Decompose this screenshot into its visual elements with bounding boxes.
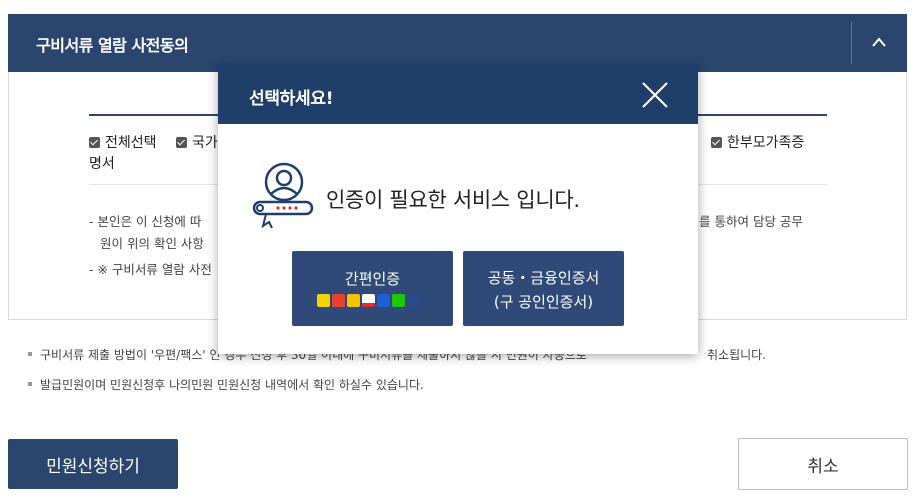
checkbox-label-wrap: 명서 xyxy=(89,156,115,172)
auth-select-modal: 선택하세요! 인증이 필요한 서비스 입니다. 간편인증 공동・금융인증서 (구… xyxy=(218,64,698,354)
modal-header: 선택하세요! xyxy=(218,64,698,124)
document-checkbox[interactable]: 국가 xyxy=(176,132,218,152)
certificate-auth-sublabel: (구 공인인증서) xyxy=(493,293,594,311)
close-icon xyxy=(642,82,668,108)
simple-auth-button[interactable]: 간편인증 xyxy=(292,251,453,326)
single-parent-checkbox-label: 한부모가족증 xyxy=(727,135,805,151)
certificate-auth-label: 공동・금융인증서 xyxy=(487,269,600,287)
close-button[interactable] xyxy=(638,78,672,112)
single-parent-checkbox[interactable]: 한부모가족증 xyxy=(711,132,804,152)
auth-required-message: 인증이 필요한 서비스 입니다. xyxy=(326,188,580,212)
provider-logos xyxy=(317,294,420,307)
panel-title: 구비서류 열람 사전동의 xyxy=(36,36,189,55)
consent-notice-line1: - 본인은 이 신청에 따 xyxy=(89,214,202,229)
consent-notice-line2: 원이 위의 확인 사항 xyxy=(100,236,204,251)
user-auth-icon xyxy=(252,162,314,229)
modal-title: 선택하세요! xyxy=(249,89,334,109)
toss-icon xyxy=(407,294,420,307)
checkbox-checked-icon xyxy=(176,136,187,148)
payco-icon xyxy=(377,294,390,307)
samsung-pass-icon xyxy=(362,294,375,307)
consent-notice-line1-right: 를 통하여 담당 공무 xyxy=(699,214,803,229)
kakao-icon xyxy=(317,294,330,307)
checkbox-checked-icon xyxy=(711,136,722,148)
info-bullet-check-history: 발급민원이며 민원신청후 나의민원 민원신청 내역에서 확인 하실수 있습니다. xyxy=(28,376,424,393)
kb-icon xyxy=(347,294,360,307)
simple-auth-label: 간편인증 xyxy=(344,270,401,288)
info-bullet-text: 발급민원이며 민원신청후 나의민원 민원신청 내역에서 확인 하실수 있습니다. xyxy=(40,378,424,392)
apply-button[interactable]: 민원신청하기 xyxy=(8,439,178,489)
naver-icon xyxy=(392,294,405,307)
certificate-auth-button[interactable]: 공동・금융인증서 (구 공인인증서) xyxy=(463,251,624,326)
collapse-button[interactable] xyxy=(852,14,907,72)
chevron-up-icon xyxy=(872,37,886,47)
select-all-checkbox[interactable]: 전체선택 xyxy=(89,132,157,152)
pass-icon xyxy=(332,294,345,307)
document-checkbox-label: 국가 xyxy=(192,135,218,151)
cancel-button[interactable]: 취소 xyxy=(738,438,908,490)
select-all-label: 전체선택 xyxy=(105,135,157,151)
consent-notice-line3: - ※ 구비서류 열람 사전 xyxy=(89,262,212,277)
checkbox-checked-icon xyxy=(89,136,100,148)
info-bullet-submit-method-end: 취소됩니다. xyxy=(707,348,767,362)
